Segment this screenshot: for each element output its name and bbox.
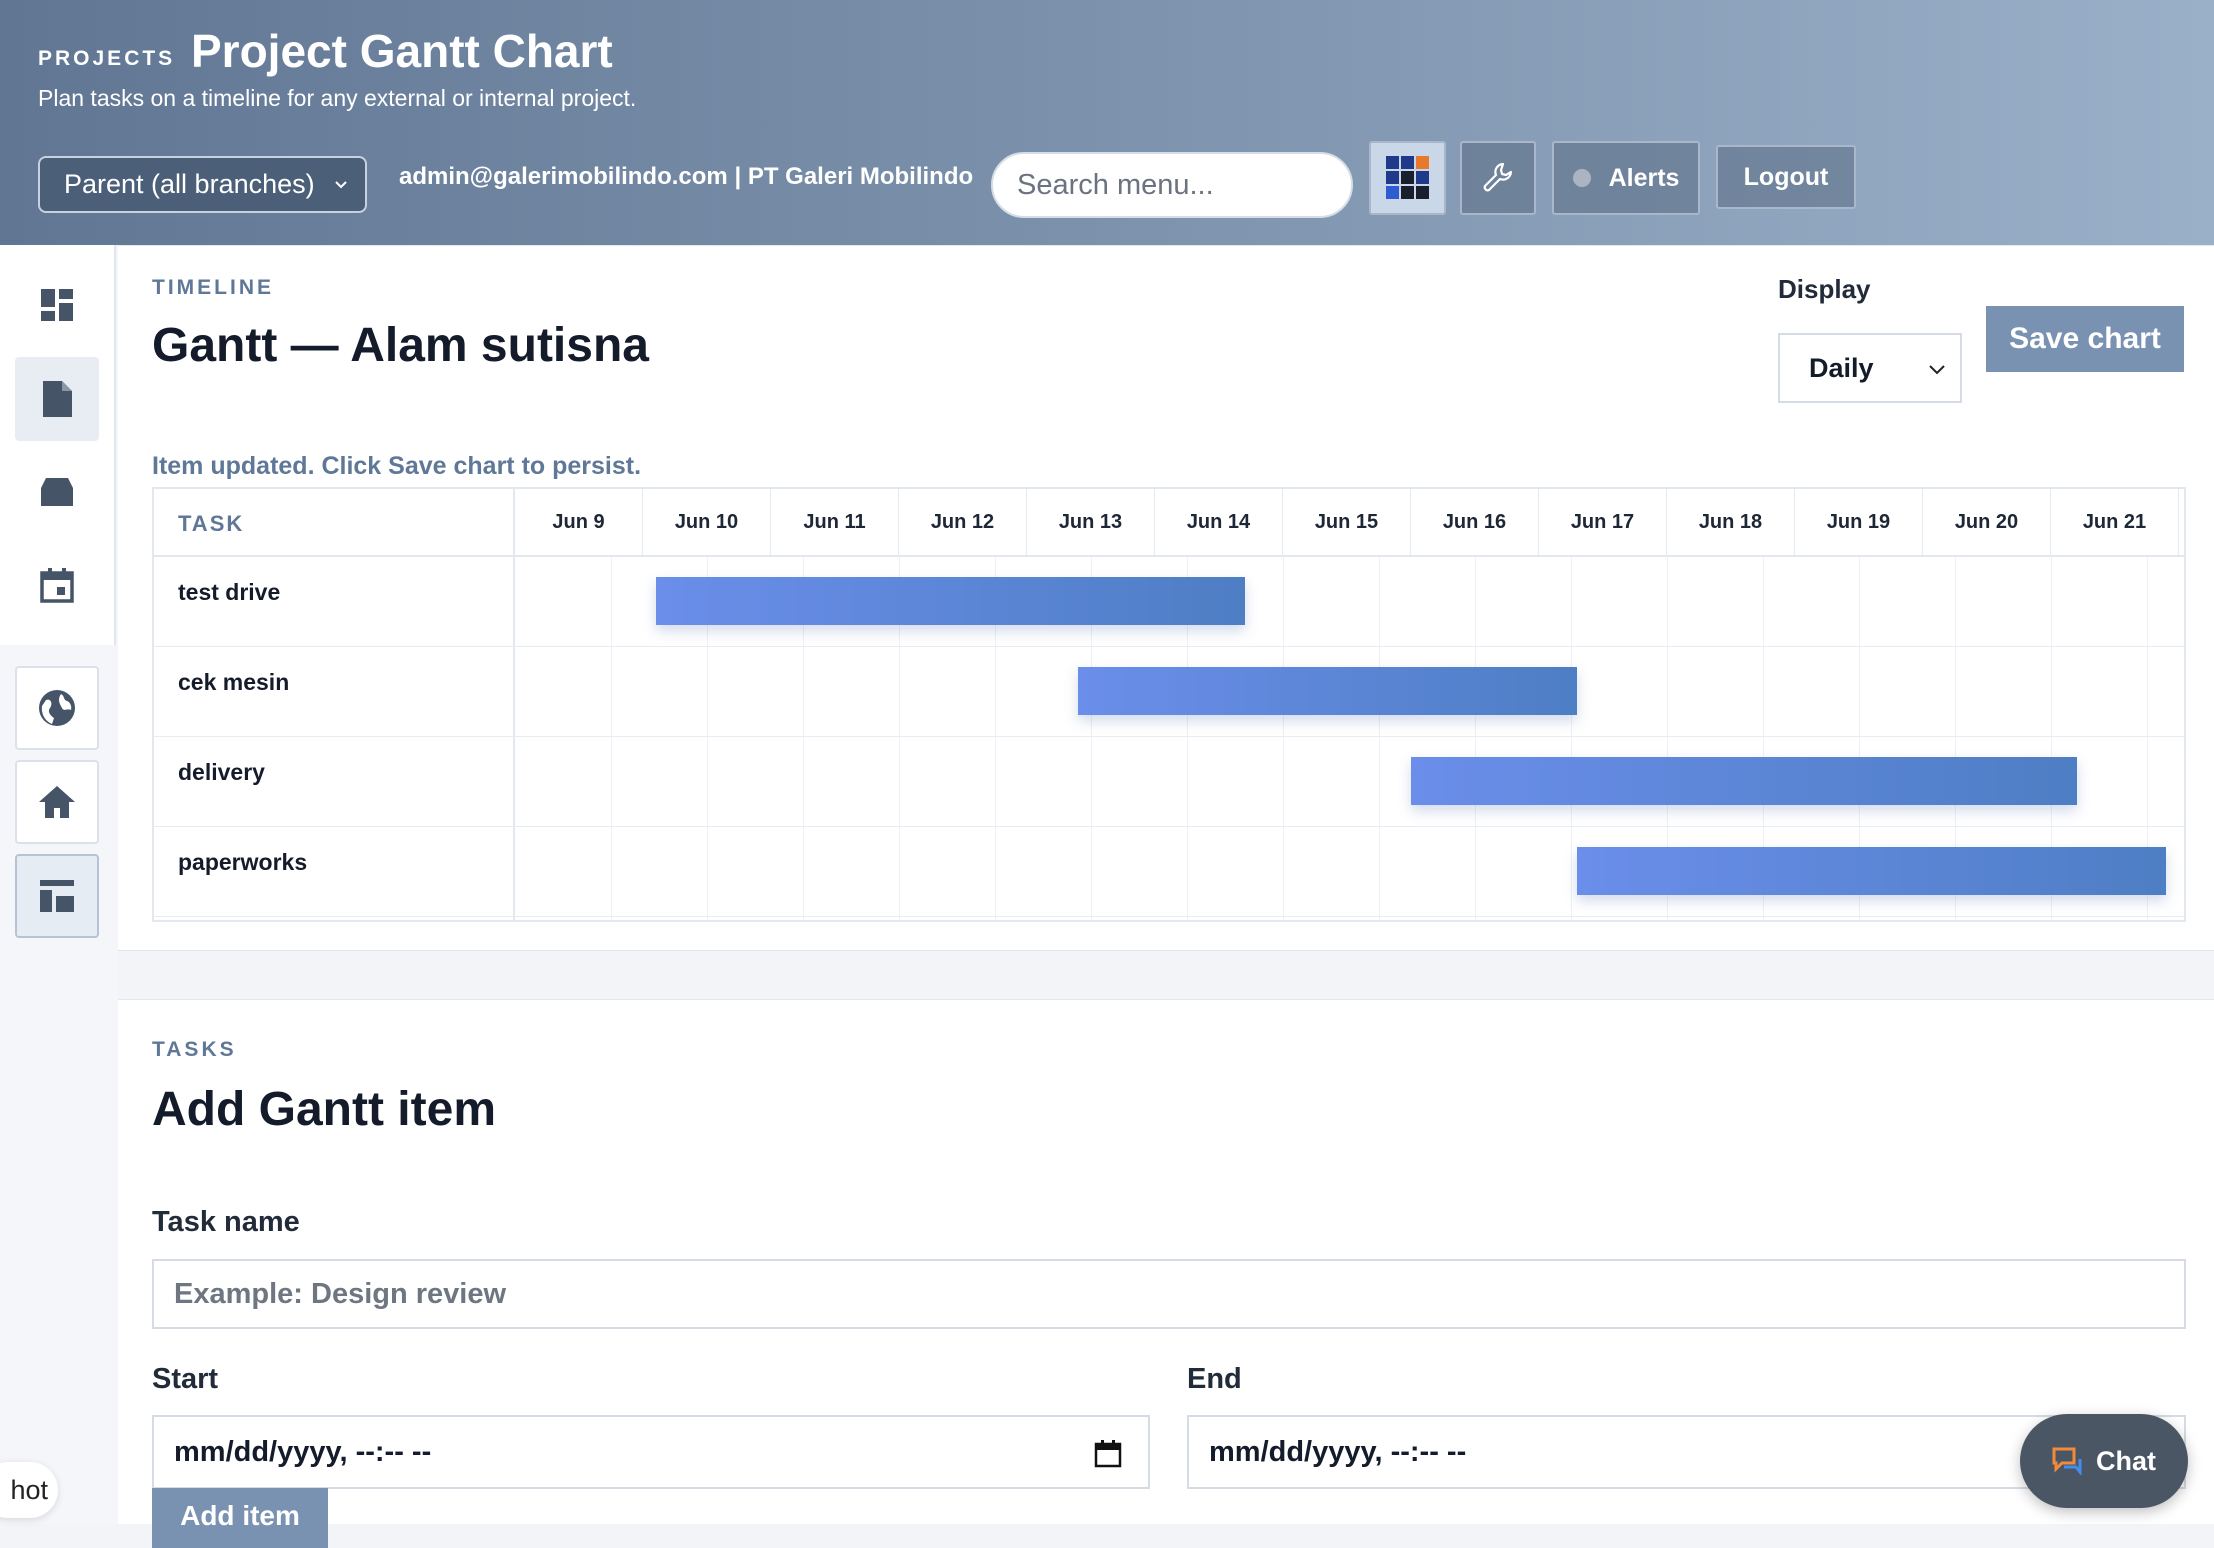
- alerts-button[interactable]: Alerts: [1552, 141, 1700, 215]
- chevron-down-icon: [1929, 365, 1945, 375]
- alerts-label: Alerts: [1608, 163, 1680, 192]
- end-label: End: [1187, 1363, 1242, 1395]
- save-chart-button[interactable]: Save chart: [1986, 306, 2184, 372]
- calendar-icon: [40, 568, 74, 603]
- start-date-field[interactable]: mm/dd/yyyy, --:-- --: [152, 1415, 1150, 1489]
- sidebar-item-documents[interactable]: [15, 357, 99, 441]
- account-info: admin@galerimobilindo.com | PT Galeri Mo…: [399, 163, 974, 190]
- sidebar-item-layout[interactable]: [15, 854, 99, 938]
- timeline-kicker: TIMELINE: [152, 276, 274, 299]
- task-column-header: TASK: [178, 511, 245, 536]
- start-date-value: mm/dd/yyyy, --:-- --: [174, 1435, 432, 1468]
- gantt-header-row: TASK Jun 9 Jun 10 Jun 11 Jun 12 Jun 13 Jun 14…: [154, 489, 2184, 557]
- gantt-row: delivery: [154, 737, 2184, 827]
- branch-select-value: Parent (all branches): [64, 169, 315, 199]
- task-name-input[interactable]: [174, 1277, 2084, 1311]
- inbox-icon: [41, 478, 73, 506]
- timeline-panel: TIMELINE Gantt — Alam sutisna Display Da…: [118, 245, 2214, 951]
- search-input[interactable]: [1017, 168, 1317, 202]
- date-column-header: Jun 14: [1155, 489, 1283, 555]
- sidebar-item-home[interactable]: [15, 760, 99, 844]
- chevron-down-icon: [335, 181, 347, 189]
- dashboard-icon: [41, 289, 73, 321]
- date-column-header: Jun 15: [1283, 489, 1411, 555]
- display-label: Display: [1778, 274, 1871, 304]
- gantt-row: cek mesin: [154, 647, 2184, 737]
- corner-widget[interactable]: hot: [0, 1462, 58, 1518]
- task-name-field[interactable]: [152, 1259, 2186, 1329]
- logout-button[interactable]: Logout: [1716, 145, 1856, 209]
- gantt-heading: Gantt — Alam sutisna: [152, 319, 649, 372]
- app-header: PROJECTS Project Gantt Chart Plan tasks …: [0, 0, 2214, 245]
- date-column-header: Jun 11: [771, 489, 899, 555]
- gantt-bar[interactable]: [655, 577, 1245, 625]
- sidebar-item-dashboard[interactable]: [15, 263, 99, 347]
- apps-button[interactable]: [1369, 141, 1446, 215]
- date-column-header: Jun 19: [1795, 489, 1923, 555]
- gantt-row: paperworks: [154, 827, 2184, 917]
- layout-icon: [40, 880, 74, 912]
- start-label: Start: [152, 1363, 219, 1395]
- page-title: Project Gantt Chart: [191, 25, 613, 77]
- gantt-chart: TASK Jun 9 Jun 10 Jun 11 Jun 12 Jun 13 Jun 14…: [152, 487, 2186, 922]
- display-select[interactable]: Daily: [1778, 333, 1962, 403]
- wrench-icon: [1483, 162, 1513, 192]
- gantt-row: test drive: [154, 557, 2184, 647]
- date-column-header: Jun 21: [2051, 489, 2179, 555]
- tasks-kicker: TASKS: [152, 1038, 237, 1061]
- sidebar-item-inbox[interactable]: [15, 450, 99, 534]
- sidebar: [0, 245, 118, 1524]
- chat-button[interactable]: Chat: [2020, 1414, 2188, 1508]
- date-column-header: Jun 17: [1539, 489, 1667, 555]
- date-column-header: Jun 13: [1027, 489, 1155, 555]
- task-name: test drive: [178, 579, 281, 605]
- sidebar-item-globe[interactable]: [15, 666, 99, 750]
- status-message: Item updated. Click Save chart to persis…: [152, 452, 642, 480]
- chat-icon: [2052, 1447, 2082, 1475]
- tools-button[interactable]: [1460, 141, 1536, 215]
- apps-grid-icon: [1385, 156, 1429, 199]
- date-column-header: Jun 16: [1411, 489, 1539, 555]
- task-name: delivery: [178, 759, 265, 785]
- globe-icon: [39, 690, 75, 726]
- chat-label: Chat: [2096, 1445, 2156, 1476]
- date-column-header: Jun 10: [643, 489, 771, 555]
- date-column-header: Jun 20: [1923, 489, 2051, 555]
- tasks-panel: TASKS Add Gantt item Task name Start mm/…: [118, 999, 2214, 1548]
- task-name: paperworks: [178, 849, 308, 875]
- sidebar-item-calendar[interactable]: [15, 543, 99, 627]
- date-column-header: Jun 18: [1667, 489, 1795, 555]
- date-column-header: Jun 9: [515, 489, 643, 555]
- add-item-heading: Add Gantt item: [152, 1083, 496, 1136]
- gantt-bar[interactable]: [1411, 757, 2077, 805]
- calendar-picker-icon[interactable]: [1094, 1439, 1122, 1469]
- end-date-value: mm/dd/yyyy, --:-- --: [1209, 1435, 1467, 1468]
- page-subtitle: Plan tasks on a timeline for any externa…: [38, 85, 637, 111]
- date-column-header: Jun 12: [899, 489, 1027, 555]
- gantt-bar[interactable]: [1577, 847, 2167, 895]
- gantt-bar[interactable]: [1078, 667, 1578, 715]
- task-name: cek mesin: [178, 669, 290, 695]
- document-icon: [43, 381, 72, 417]
- add-item-button[interactable]: Add item: [152, 1488, 328, 1548]
- branch-select[interactable]: Parent (all branches): [38, 156, 367, 213]
- home-icon: [39, 786, 75, 818]
- alert-status-dot: [1572, 169, 1591, 187]
- task-name-label: Task name: [152, 1206, 300, 1238]
- search-box[interactable]: [991, 152, 1353, 218]
- display-select-value: Daily: [1809, 352, 1874, 383]
- corner-widget-label: hot: [10, 1474, 48, 1505]
- header-eyebrow: PROJECTS: [38, 47, 176, 70]
